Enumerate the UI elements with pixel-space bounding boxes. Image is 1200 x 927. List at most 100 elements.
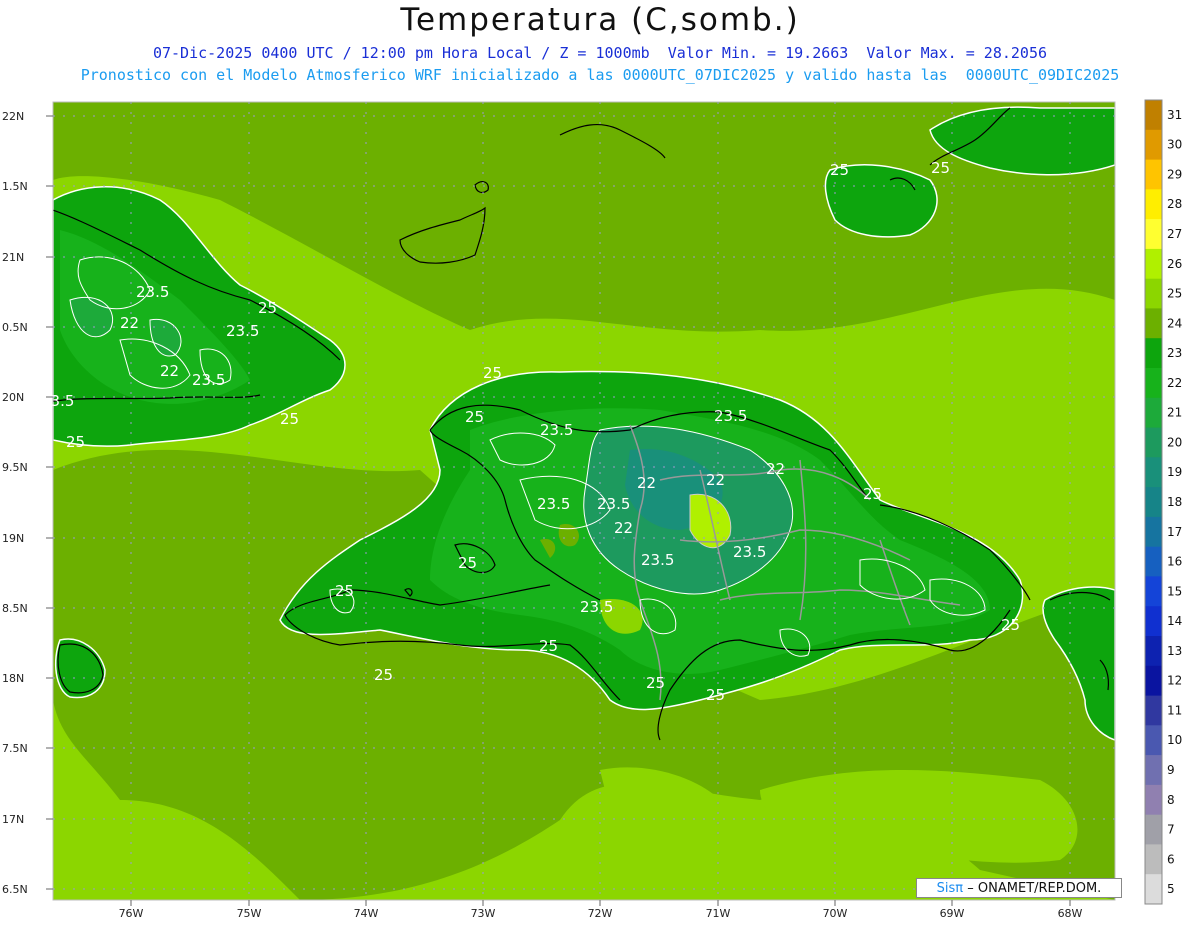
colorbar-label: 23 bbox=[1167, 346, 1182, 360]
contour-label: 23.5 bbox=[733, 543, 766, 561]
colorbar-swatch bbox=[1145, 784, 1162, 816]
colorbar-label: 7 bbox=[1167, 823, 1175, 837]
colorbar-swatch bbox=[1145, 755, 1162, 786]
colorbar-label: 13 bbox=[1167, 644, 1182, 658]
contour-label: 22 bbox=[614, 519, 633, 537]
lon-label: 69W bbox=[940, 907, 965, 920]
sispi-logo: Sisπ bbox=[936, 881, 964, 896]
colorbar-label: 8 bbox=[1167, 793, 1175, 807]
colorbar-swatch bbox=[1145, 397, 1162, 429]
colorbar-swatch bbox=[1145, 338, 1162, 369]
colorbar-label: 28 bbox=[1167, 197, 1182, 211]
contour-label: 23.5 bbox=[580, 598, 613, 616]
lon-label: 73W bbox=[471, 907, 496, 920]
lat-label: 18N bbox=[2, 672, 24, 685]
colorbar-swatch bbox=[1145, 665, 1162, 697]
colorbar-swatch bbox=[1145, 189, 1162, 220]
contour-label: 22 bbox=[706, 471, 725, 489]
lat-label: 6.5N bbox=[2, 883, 28, 896]
colorbar-swatch bbox=[1145, 100, 1162, 131]
colorbar-label: 25 bbox=[1167, 287, 1182, 301]
colorbar-label: 6 bbox=[1167, 852, 1175, 866]
colorbar-swatch bbox=[1145, 516, 1162, 548]
contour-label: 25 bbox=[1001, 616, 1020, 634]
contour-label: 25 bbox=[280, 410, 299, 428]
contour-label: 25 bbox=[706, 686, 725, 704]
colorbar-swatch bbox=[1145, 725, 1162, 756]
contour-label: 25 bbox=[374, 666, 393, 684]
colorbar-swatch bbox=[1145, 844, 1162, 875]
lat-label: 19N bbox=[2, 532, 24, 545]
contour-label: 23.5 bbox=[41, 392, 74, 410]
contour-label: 25 bbox=[465, 408, 484, 426]
colorbar-label: 24 bbox=[1167, 316, 1182, 330]
contour-label: 25 bbox=[863, 485, 882, 503]
colorbar-label: 21 bbox=[1167, 406, 1182, 420]
longitude-labels: 76W 75W 74W 73W 72W 71W 70W 69W 68W bbox=[119, 907, 1083, 920]
colorbar-swatch bbox=[1145, 576, 1162, 607]
colorbar-label: 11 bbox=[1167, 703, 1182, 717]
lat-label: 1.5N bbox=[2, 180, 28, 193]
latitude-labels: 22N 1.5N 21N 0.5N 20N 9.5N 19N 8.5N 18N … bbox=[2, 110, 28, 896]
temperature-map: 25 25 25 25 25 25 25 25 25 25 25 25 25 2… bbox=[2, 99, 1182, 920]
colorbar-label: 20 bbox=[1167, 435, 1182, 449]
colorbar-swatch bbox=[1145, 368, 1162, 399]
contour-label: 25 bbox=[830, 161, 849, 179]
lon-label: 70W bbox=[823, 907, 848, 920]
colorbar-label: 29 bbox=[1167, 167, 1182, 181]
lat-label: 0.5N bbox=[2, 321, 28, 334]
contour-label: 23.5 bbox=[537, 495, 570, 513]
contour-label: 25 bbox=[931, 159, 950, 177]
contour-label: 23.5 bbox=[226, 322, 259, 340]
colorbar-label: 10 bbox=[1167, 733, 1182, 747]
contour-label: 23.5 bbox=[192, 371, 225, 389]
colorbar-label: 17 bbox=[1167, 525, 1182, 539]
lat-label: 7.5N bbox=[2, 742, 28, 755]
colorbar-swatch bbox=[1145, 874, 1162, 905]
lon-label: 72W bbox=[588, 907, 613, 920]
contour-label: 23.5 bbox=[641, 551, 674, 569]
contour-label: 23.5 bbox=[136, 283, 169, 301]
lat-label: 21N bbox=[2, 251, 24, 264]
colorbar-swatch bbox=[1145, 278, 1162, 309]
lon-label: 68W bbox=[1058, 907, 1083, 920]
colorbar-swatch bbox=[1145, 695, 1162, 726]
colorbar-swatch bbox=[1145, 546, 1162, 577]
colorbar-label: 31 bbox=[1167, 108, 1182, 122]
colorbar-swatch bbox=[1145, 814, 1162, 845]
colorbar-label: 16 bbox=[1167, 555, 1182, 569]
colorbar-swatch bbox=[1145, 457, 1162, 488]
colorbar-label: 5 bbox=[1167, 882, 1175, 896]
lat-label: 20N bbox=[2, 391, 24, 404]
lon-label: 71W bbox=[706, 907, 731, 920]
lat-label: 17N bbox=[2, 813, 24, 826]
contour-label: 25 bbox=[66, 433, 85, 451]
lat-label: 8.5N bbox=[2, 602, 28, 615]
colorbar-label: 22 bbox=[1167, 376, 1182, 390]
credit-text: – ONAMET/REP.DOM. bbox=[967, 881, 1102, 896]
lat-ticks bbox=[46, 115, 53, 890]
lon-label: 76W bbox=[119, 907, 144, 920]
colorbar-label: 19 bbox=[1167, 465, 1182, 479]
colorbar-swatch bbox=[1145, 636, 1162, 667]
contour-label: 23.5 bbox=[714, 407, 747, 425]
contour-label: 25 bbox=[335, 582, 354, 600]
colorbar-label: 14 bbox=[1167, 614, 1182, 628]
colorbar-swatch bbox=[1145, 606, 1162, 637]
colorbar-swatch bbox=[1145, 159, 1162, 190]
colorbar-label: 12 bbox=[1167, 674, 1182, 688]
lat-label: 22N bbox=[2, 110, 24, 123]
contour-label: 25 bbox=[458, 554, 477, 572]
credit-box: Sisπ – ONAMET/REP.DOM. bbox=[916, 878, 1122, 898]
contour-label: 23.5 bbox=[597, 495, 630, 513]
colorbar-label: 18 bbox=[1167, 495, 1182, 509]
lon-label: 74W bbox=[354, 907, 379, 920]
colorbar-label: 9 bbox=[1167, 763, 1175, 777]
temperature-colorbar: 31 30 29 28 27 26 25 24 23 22 21 20 19 18 17 16 15 14 13 12… bbox=[1144, 99, 1182, 905]
map-plot-area bbox=[53, 102, 1115, 900]
colorbar-swatch bbox=[1145, 219, 1162, 250]
colorbar-swatch bbox=[1145, 129, 1162, 161]
lat-label: 9.5N bbox=[2, 461, 28, 474]
colorbar-swatch bbox=[1145, 308, 1162, 339]
contour-label: 22 bbox=[120, 314, 139, 332]
